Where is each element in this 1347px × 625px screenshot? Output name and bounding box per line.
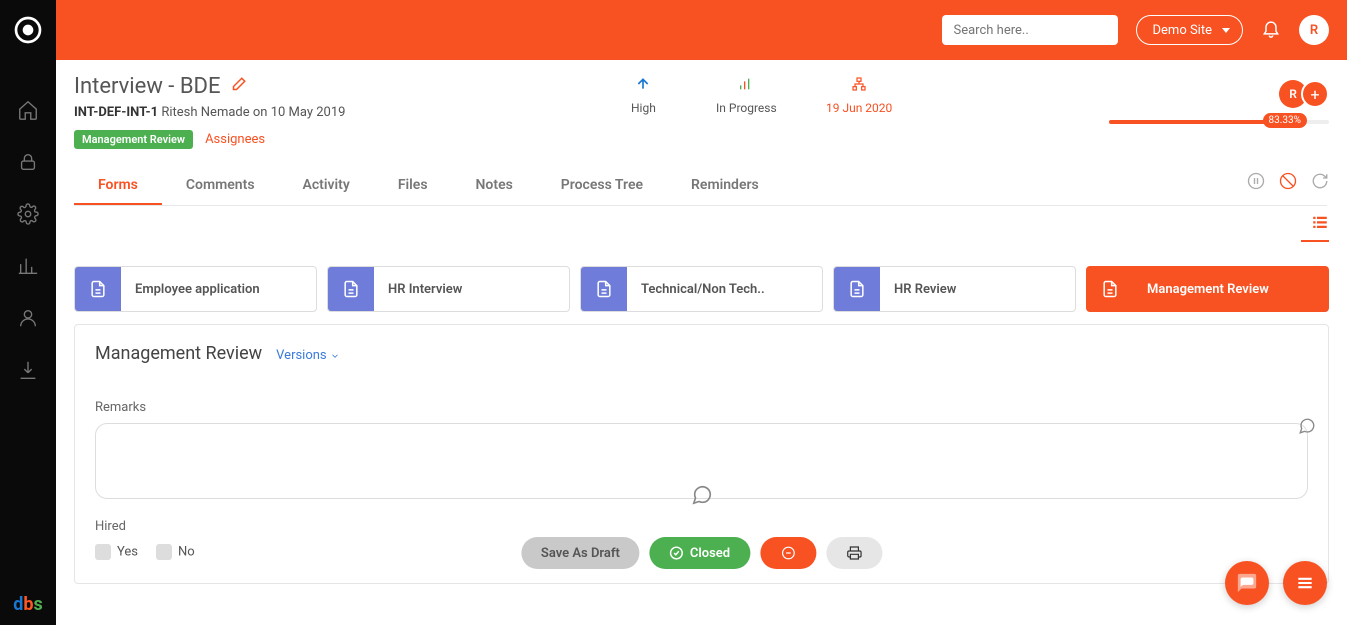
sitemap-icon: [851, 76, 867, 95]
hired-option-yes[interactable]: Yes: [95, 544, 138, 560]
section-comment-icon[interactable]: [691, 484, 713, 511]
form-stage-tabs: Employee application HR Interview Techni…: [56, 206, 1347, 312]
stage-tab-employee-application[interactable]: Employee application: [74, 266, 317, 312]
topbar: Demo Site R: [56, 0, 1347, 60]
assignees-link[interactable]: Assignees: [205, 132, 265, 147]
closed-button[interactable]: Closed: [650, 537, 750, 569]
progress-label: 83.33%: [1263, 113, 1307, 128]
stage-tab-technical[interactable]: Technical/Non Tech..: [580, 266, 823, 312]
priority-indicator: High: [631, 76, 656, 115]
user-avatar[interactable]: R: [1299, 15, 1329, 45]
pause-icon[interactable]: [1247, 172, 1265, 195]
print-button[interactable]: [826, 537, 882, 569]
page-header: Interview - BDE INT-DEF-INT-1 Ritesh Nem…: [56, 60, 1347, 206]
delete-button[interactable]: [760, 537, 816, 569]
action-buttons: Save As Draft Closed: [521, 537, 882, 569]
panel-title: Management Review: [95, 343, 262, 364]
stage-label: Technical/Non Tech..: [627, 282, 765, 297]
sidebar-item-people[interactable]: [0, 292, 56, 344]
menu-fab[interactable]: [1283, 561, 1327, 605]
tab-process-tree[interactable]: Process Tree: [537, 167, 667, 205]
list-view-icon[interactable]: [1301, 212, 1329, 242]
due-date-indicator: 19 Jun 2020: [826, 76, 892, 115]
versions-dropdown[interactable]: Versions: [276, 348, 340, 363]
document-icon: [75, 266, 121, 312]
tab-reminders[interactable]: Reminders: [667, 167, 783, 205]
stage-tab-hr-review[interactable]: HR Review: [833, 266, 1076, 312]
document-icon: [581, 266, 627, 312]
field-comment-icon[interactable]: [1298, 417, 1316, 439]
progress-icon: [738, 76, 754, 95]
dbs-logo: dbs: [0, 594, 56, 615]
tab-activity[interactable]: Activity: [279, 167, 374, 205]
document-icon: [834, 266, 880, 312]
sidebar-item-home[interactable]: [0, 84, 56, 136]
progress-bar: 83.33%: [1109, 120, 1329, 124]
app-logo-icon: [12, 14, 44, 46]
stage-tab-hr-interview[interactable]: HR Interview: [327, 266, 570, 312]
refresh-icon[interactable]: [1311, 172, 1329, 195]
sidebar-item-download[interactable]: [0, 344, 56, 396]
tab-notes[interactable]: Notes: [452, 167, 537, 205]
chat-fab[interactable]: [1225, 561, 1269, 605]
stage-tab-management-review[interactable]: Management Review: [1086, 266, 1329, 312]
stage-badge: Management Review: [74, 130, 193, 149]
add-assignee-button[interactable]: +: [1301, 80, 1329, 108]
sidebar-item-analytics[interactable]: [0, 240, 56, 292]
page-meta: INT-DEF-INT-1 Ritesh Nemade on 10 May 20…: [74, 105, 1327, 120]
state-indicator: In Progress: [716, 76, 777, 115]
checkbox-icon[interactable]: [156, 544, 172, 560]
tab-forms[interactable]: Forms: [74, 167, 162, 205]
hired-option-no[interactable]: No: [156, 544, 195, 560]
document-icon: [328, 266, 374, 312]
tab-files[interactable]: Files: [374, 167, 452, 205]
tab-comments[interactable]: Comments: [162, 167, 279, 205]
stage-label: HR Review: [880, 282, 956, 297]
search-input[interactable]: [942, 15, 1118, 45]
sidebar-item-security[interactable]: [0, 136, 56, 188]
main-content: Interview - BDE INT-DEF-INT-1 Ritesh Nem…: [56, 60, 1347, 625]
stage-label: Employee application: [121, 282, 260, 297]
form-panel: Management Review Versions Remarks Hired…: [74, 324, 1329, 584]
stage-label: Management Review: [1133, 282, 1269, 297]
notifications-icon[interactable]: [1261, 18, 1281, 42]
checkbox-icon[interactable]: [95, 544, 111, 560]
document-icon: [1087, 266, 1133, 312]
remarks-label: Remarks: [95, 400, 1308, 415]
block-icon[interactable]: [1279, 172, 1297, 195]
page-title: Interview - BDE: [74, 74, 221, 99]
save-draft-button[interactable]: Save As Draft: [521, 537, 640, 569]
arrow-up-icon: [635, 76, 651, 95]
stage-label: HR Interview: [374, 282, 462, 297]
content-tabs: Forms Comments Activity Files Notes Proc…: [74, 167, 1327, 206]
sidebar: dbs: [0, 0, 56, 625]
sidebar-item-settings[interactable]: [0, 188, 56, 240]
site-dropdown[interactable]: Demo Site: [1136, 15, 1244, 45]
edit-title-icon[interactable]: [229, 76, 247, 98]
hired-label: Hired: [95, 519, 1308, 534]
